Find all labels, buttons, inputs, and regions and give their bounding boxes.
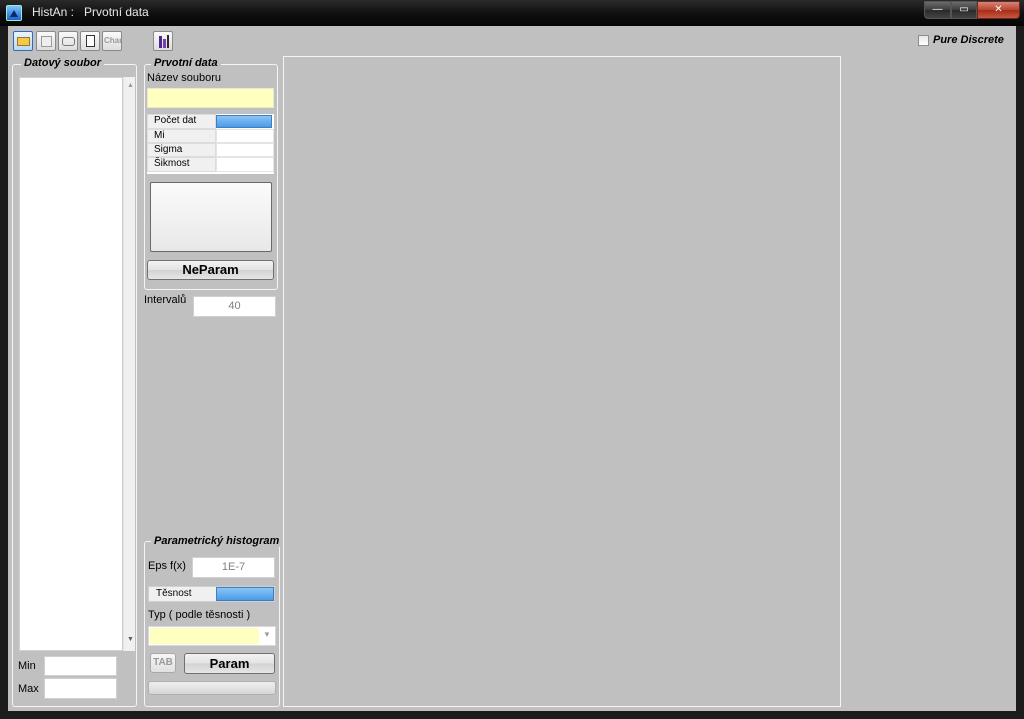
stat-value-mi (216, 129, 274, 143)
histogram-icon (159, 36, 162, 48)
char-button[interactable]: Char (102, 31, 122, 51)
scroll-down-icon[interactable]: ▼ (127, 636, 134, 643)
window-title: HistAn : Prvotní data (32, 5, 149, 19)
neparam-button[interactable]: NeParam (147, 260, 274, 280)
typ-label: Typ ( podle těsnosti ) (148, 609, 251, 621)
eps-field[interactable]: 1E-7 (192, 557, 275, 578)
stat-label-mi: Mi (147, 129, 216, 143)
tesnost-bar (216, 587, 274, 601)
eps-label: Eps f(x) (148, 560, 186, 572)
maximize-button[interactable]: ▭ (951, 1, 977, 19)
app-icon (6, 5, 22, 21)
tab-button[interactable]: TAB (150, 653, 176, 673)
minimize-button[interactable]: — (924, 1, 951, 19)
data-list[interactable] (19, 77, 123, 651)
histogram-tool-button[interactable] (153, 31, 173, 51)
data-list-scrollbar[interactable]: ▲ ▼ (123, 77, 135, 651)
stat-label-sigma: Sigma (147, 143, 216, 157)
folder-icon (17, 37, 30, 46)
histogram-icon-bar (163, 39, 166, 48)
stat-value-sigma (216, 143, 274, 157)
title-bar[interactable]: HistAn : Prvotní data — ▭ ✕ (0, 0, 1024, 26)
prvotni-data-title: Prvotní data (151, 57, 221, 69)
frame-button[interactable] (58, 31, 78, 51)
typ-select[interactable]: ▼ (148, 626, 276, 646)
close-button[interactable]: ✕ (977, 1, 1020, 19)
stat-value-count (216, 115, 272, 128)
save-button[interactable] (36, 31, 56, 51)
stat-label-count: Počet dat (147, 114, 216, 129)
tesnost-row: Těsnost (148, 586, 275, 602)
file-name-field[interactable] (147, 88, 274, 108)
tesnost-label: Těsnost (156, 588, 192, 599)
typ-select-value (150, 628, 259, 644)
client-area: Char Pure Discrete Datový soubor ▲ ▼ Min… (8, 26, 1016, 711)
param-histogram-title: Parametrický histogram (151, 535, 283, 547)
param-button[interactable]: Param (184, 653, 275, 674)
intervals-label: Intervalů (144, 294, 187, 306)
pure-discrete-checkbox[interactable] (918, 35, 929, 46)
histogram-icon-bar (167, 35, 169, 48)
min-label: Min (18, 660, 36, 672)
char-label: Char (104, 36, 123, 45)
document-icon (86, 35, 95, 47)
preview-box (150, 182, 272, 252)
stat-label-skewness: Šikmost (147, 157, 216, 172)
intervals-field[interactable]: 40 (193, 296, 276, 317)
scroll-up-icon[interactable]: ▲ (127, 82, 134, 89)
pure-discrete-label: Pure Discrete (933, 34, 1004, 46)
chevron-down-icon[interactable]: ▼ (263, 630, 271, 639)
floppy-icon (41, 36, 52, 47)
new-document-button[interactable] (80, 31, 100, 51)
progress-bar (148, 681, 276, 695)
rounded-rect-icon (62, 37, 75, 46)
datovy-soubor-title: Datový soubor (21, 57, 105, 69)
max-label: Max (18, 683, 39, 695)
open-folder-button[interactable] (13, 31, 33, 51)
max-field[interactable] (44, 678, 117, 699)
histogram-canvas[interactable] (283, 56, 841, 707)
file-name-label: Název souboru (147, 72, 221, 84)
min-field[interactable] (44, 656, 117, 676)
stats-table: Počet dat Mi Sigma Šikmost (147, 114, 274, 174)
stat-value-skewness (216, 157, 274, 172)
